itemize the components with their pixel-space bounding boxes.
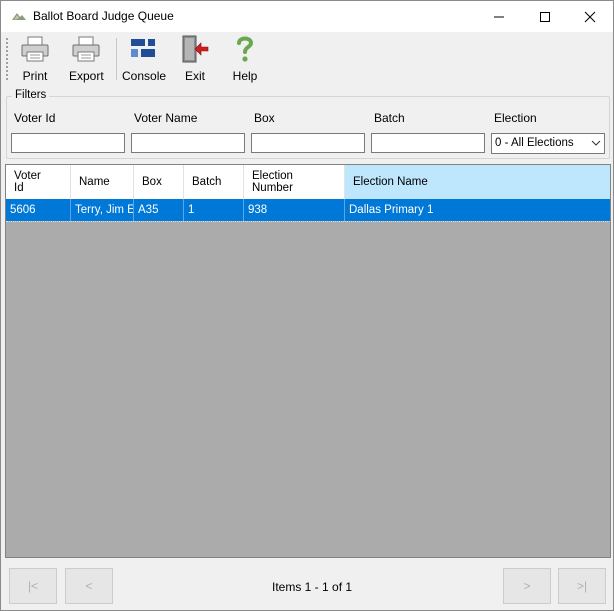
title-bar: Ballot Board Judge Queue [1, 1, 613, 32]
app-icon [12, 13, 26, 20]
voter-id-label: Voter Id [14, 111, 56, 125]
help-button[interactable]: Help [229, 34, 261, 84]
next-page-button[interactable]: > [503, 568, 551, 604]
previous-page-button[interactable]: < [65, 568, 113, 604]
column-header-box[interactable]: Box [134, 165, 184, 199]
toolbar: Print Export Console Exit Help [1, 32, 613, 86]
box-label: Box [254, 111, 275, 125]
election-selected-value: 0 - All Elections [495, 137, 574, 149]
maximize-button[interactable] [522, 1, 568, 32]
row-divider [6, 221, 610, 222]
help-label: Help [232, 69, 258, 83]
column-header-election-name-label: Election Name [353, 176, 428, 188]
cell-batch: 1 [184, 199, 244, 221]
cell-box: A35 [134, 199, 184, 221]
export-button[interactable]: Export [69, 34, 104, 84]
results-grid[interactable]: Voter Id Name Box Batch Election Number El… [5, 164, 611, 558]
cell-election-name: Dallas Primary 1 [349, 204, 434, 216]
box-input[interactable] [251, 133, 365, 153]
printer-icon [21, 36, 49, 62]
column-header-voter-id-line1: Voter [14, 170, 41, 182]
cell-voter-id: 5606 [6, 199, 71, 221]
column-header-box-label: Box [142, 176, 162, 188]
voter-name-input[interactable] [131, 133, 245, 153]
election-select[interactable]: 0 - All Elections [491, 133, 605, 154]
column-header-election-number-line2: Number [252, 182, 293, 194]
batch-input[interactable] [371, 133, 485, 153]
voter-id-input[interactable] [11, 133, 125, 153]
toolbar-separator [116, 38, 117, 80]
console-button[interactable]: Console [122, 34, 166, 84]
column-header-batch-label: Batch [192, 176, 222, 188]
window-title: Ballot Board Judge Queue [33, 9, 174, 23]
column-header-voter-id[interactable]: Voter Id [6, 165, 71, 199]
exit-door-icon [182, 35, 209, 63]
column-header-name-label: Name [79, 176, 110, 188]
cell-election-number: 938 [244, 199, 345, 221]
close-icon [584, 11, 596, 22]
toolbar-grip[interactable] [6, 38, 8, 80]
pager-status: Items 1 - 1 of 1 [272, 580, 353, 594]
last-page-icon: >| [576, 579, 588, 593]
main-window: Ballot Board Judge Queue Print Export Co… [0, 0, 614, 611]
election-label: Election [494, 111, 537, 125]
next-page-icon: > [523, 579, 531, 593]
previous-page-icon: < [85, 579, 93, 593]
minimize-button[interactable] [476, 1, 522, 32]
column-header-election-number[interactable]: Election Number [244, 165, 345, 199]
exit-label: Exit [184, 69, 205, 83]
console-label: Console [122, 69, 167, 83]
column-header-name[interactable]: Name [71, 165, 134, 199]
maximize-icon [540, 11, 550, 22]
grid-header: Voter Id Name Box Batch Election Number El… [6, 165, 610, 199]
batch-label: Batch [374, 111, 405, 125]
console-icon [131, 39, 156, 57]
first-page-icon: |< [27, 579, 39, 593]
exit-button[interactable]: Exit [179, 34, 211, 84]
column-header-election-number-line1: Election [252, 170, 293, 182]
chevron-down-icon [591, 140, 601, 146]
column-header-voter-id-line2: Id [14, 182, 24, 194]
export-label: Export [69, 69, 104, 83]
print-button[interactable]: Print [19, 34, 51, 84]
last-page-button[interactable]: >| [558, 568, 606, 604]
minimize-icon [494, 16, 504, 17]
cell-name: Terry, Jim E [71, 199, 134, 221]
first-page-button[interactable]: |< [9, 568, 57, 604]
print-label: Print [22, 69, 48, 83]
table-row[interactable]: 5606 Terry, Jim E A35 1 938 Dallas Prima… [6, 199, 610, 221]
filters-legend: Filters [12, 89, 50, 101]
export-printer-icon [72, 36, 100, 62]
column-header-batch[interactable]: Batch [184, 165, 244, 199]
help-question-icon [237, 36, 254, 62]
column-header-election-name[interactable]: Election Name [345, 165, 610, 199]
close-button[interactable] [567, 1, 613, 32]
voter-name-label: Voter Name [134, 111, 198, 125]
